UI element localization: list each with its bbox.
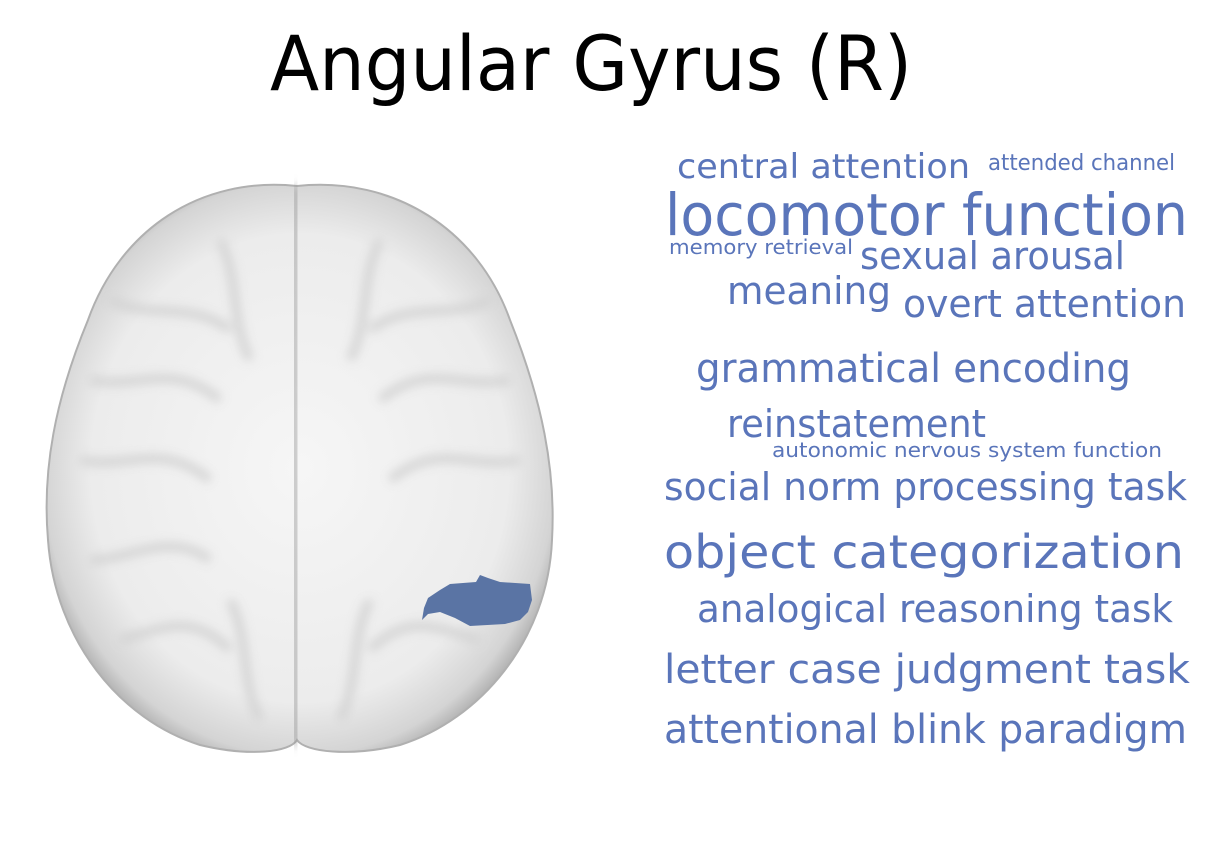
term: overt attention bbox=[903, 282, 1186, 326]
term-word-cloud: central attention attended channel locom… bbox=[664, 147, 1191, 753]
term: autonomic nervous system function bbox=[772, 438, 1162, 462]
term: social norm processing task bbox=[664, 465, 1187, 509]
term: object categorization bbox=[664, 525, 1184, 579]
term: meaning bbox=[727, 269, 891, 313]
term: grammatical encoding bbox=[696, 346, 1131, 392]
term: analogical reasoning task bbox=[697, 587, 1173, 631]
brain-midline bbox=[291, 185, 300, 746]
term: letter case judgment task bbox=[664, 647, 1191, 693]
figure: Angular Gyrus (R) central attention atte… bbox=[45, 19, 1191, 753]
term: memory retrieval bbox=[669, 235, 853, 259]
term: attentional blink paradigm bbox=[664, 707, 1187, 753]
figure-title: Angular Gyrus (R) bbox=[270, 19, 912, 108]
brain-axial-slice bbox=[45, 183, 554, 753]
term: attended channel bbox=[988, 151, 1175, 176]
term: sexual arousal bbox=[860, 234, 1125, 278]
